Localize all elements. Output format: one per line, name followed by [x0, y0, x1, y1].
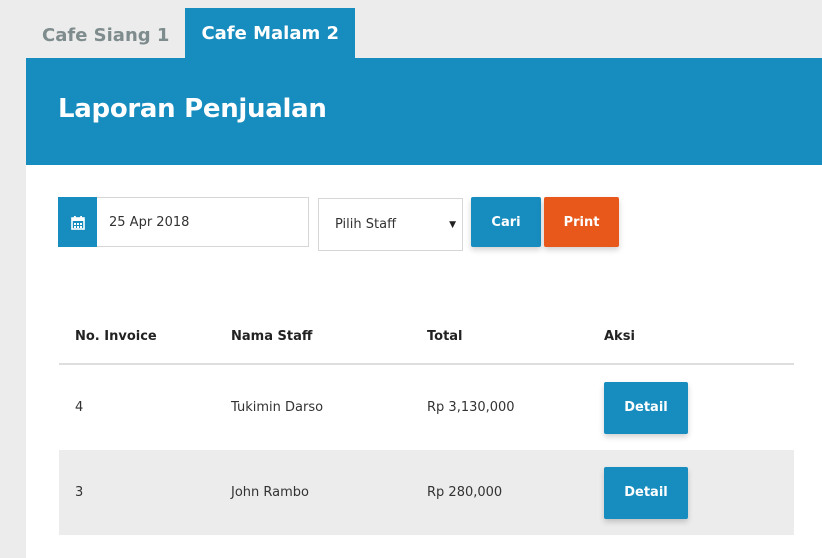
invoice-cell: 3 — [75, 485, 84, 500]
detail-button[interactable]: Detail — [604, 466, 688, 519]
column-header-staff: Nama Staff — [231, 329, 313, 344]
column-header-total: Total — [427, 329, 463, 344]
page-header: Laporan Penjualan — [26, 58, 822, 165]
tab-cafe-siang-1[interactable]: Cafe Siang 1 — [26, 8, 185, 58]
caret-down-icon: ▼ — [449, 220, 456, 230]
date-input[interactable] — [97, 198, 308, 246]
date-picker[interactable] — [58, 197, 309, 247]
calendar-icon[interactable] — [58, 197, 97, 247]
table-header: No. Invoice Nama Staff Total Aksi — [59, 310, 794, 365]
table-row: 3 John Rambo Rp 280,000 Detail — [59, 450, 794, 535]
search-button[interactable]: Cari — [471, 197, 541, 247]
tab-cafe-malam-2[interactable]: Cafe Malam 2 — [185, 8, 356, 58]
staff-cell: John Rambo — [231, 485, 309, 500]
table-row: 4 Tukimin Darso Rp 3,130,000 Detail — [59, 365, 794, 450]
staff-cell: Tukimin Darso — [231, 400, 324, 415]
page-title: Laporan Penjualan — [58, 94, 327, 124]
total-cell: Rp 280,000 — [427, 485, 503, 500]
total-cell: Rp 3,130,000 — [427, 400, 515, 415]
report-panel: Pilih Staff ▼ Cari Print No. Invoice Nam… — [26, 165, 822, 558]
sales-table: No. Invoice Nama Staff Total Aksi 4 Tuki… — [59, 310, 794, 535]
column-header-action: Aksi — [604, 329, 635, 344]
tab-bar: Cafe Siang 1 Cafe Malam 2 — [26, 8, 356, 58]
column-header-invoice: No. Invoice — [75, 329, 157, 344]
action-cell: Detail — [604, 466, 794, 519]
invoice-cell: 4 — [75, 400, 84, 415]
detail-button[interactable]: Detail — [604, 381, 688, 434]
print-button[interactable]: Print — [544, 197, 619, 247]
action-cell: Detail — [604, 381, 794, 434]
staff-select[interactable]: Pilih Staff ▼ — [318, 198, 463, 251]
staff-select-value: Pilih Staff — [335, 217, 397, 232]
